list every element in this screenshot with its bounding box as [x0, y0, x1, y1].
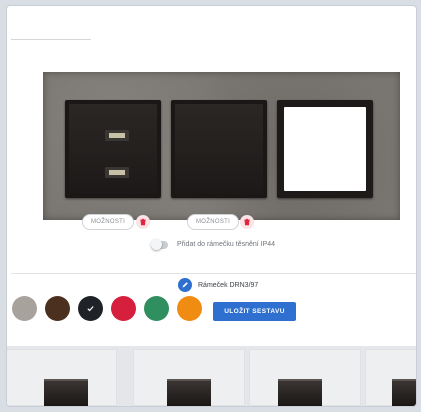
module-face: [175, 104, 263, 194]
color-swatch-black[interactable]: [78, 296, 103, 321]
save-set-button[interactable]: ULOŽIT SESTAVU: [213, 302, 296, 321]
color-swatch-grey[interactable]: [12, 296, 37, 321]
product-thumbnail: [392, 379, 416, 406]
module-2-options-button[interactable]: MOŽNOSTI: [187, 214, 240, 230]
product-thumbnail: [44, 379, 88, 406]
module-empty-slot[interactable]: [277, 100, 373, 198]
color-swatch-green[interactable]: [144, 296, 169, 321]
module-blank[interactable]: [171, 100, 267, 198]
product-thumbnail: [278, 379, 322, 406]
product-card[interactable]: [133, 349, 245, 406]
product-card[interactable]: [7, 349, 117, 406]
module-1-options-button[interactable]: MOŽNOSTI: [82, 214, 135, 230]
check-icon: [87, 306, 94, 312]
module-face: [69, 104, 157, 194]
frame-selector[interactable]: Rámeček DRN3/97: [178, 278, 258, 292]
ip44-toggle[interactable]: [151, 239, 168, 250]
usb-port-icon: [105, 167, 129, 178]
product-card[interactable]: [365, 349, 416, 406]
toggle-knob: [151, 239, 162, 250]
trash-icon: [140, 218, 146, 226]
module-1-delete-button[interactable]: [136, 215, 150, 229]
composer-panel: MOŽNOSTI MOŽNOSTI Přidat do rámečku těsn…: [7, 6, 416, 406]
module-face: [284, 107, 366, 191]
product-cards: [7, 346, 416, 406]
color-swatch-orange[interactable]: [177, 296, 202, 321]
section-divider: [11, 273, 416, 274]
product-card[interactable]: [249, 349, 361, 406]
trash-icon: [244, 218, 250, 226]
usb-port-icon: [105, 130, 129, 141]
ip44-toggle-label: Přidat do rámečku těsnění IP44: [177, 241, 276, 248]
pencil-icon: [178, 278, 192, 292]
frame-preview: [43, 72, 400, 220]
module-2-delete-button[interactable]: [240, 215, 254, 229]
header-divider: [11, 39, 91, 40]
color-swatch-brown[interactable]: [45, 296, 70, 321]
product-thumbnail: [167, 379, 211, 406]
color-swatch-red[interactable]: [111, 296, 136, 321]
frame-label: Rámeček DRN3/97: [198, 281, 259, 289]
module-usb-charger[interactable]: [65, 100, 161, 198]
